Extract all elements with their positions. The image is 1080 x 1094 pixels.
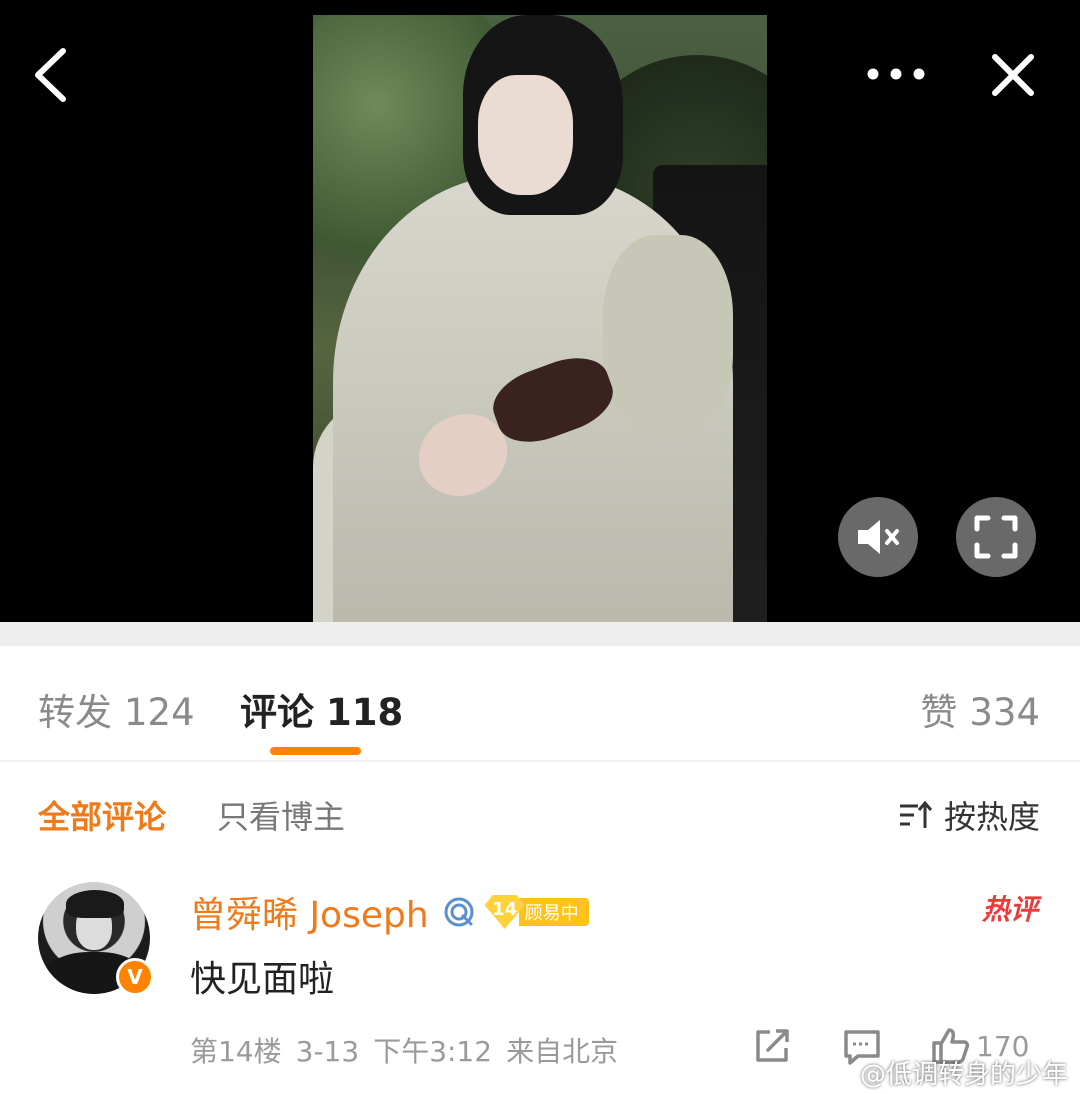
close-icon [992,54,1034,96]
share-icon [756,1029,789,1062]
filter-all-comments[interactable]: 全部评论 [38,792,166,838]
comment-time: 下午3:12 [373,1035,493,1068]
tab-repost[interactable]: 转发 124 [38,682,195,736]
tab-likes-count: 334 [969,691,1040,734]
tab-repost-count: 124 [124,691,195,734]
sort-by-hot-button[interactable]: 按热度 [898,792,1040,838]
comment-username[interactable]: 曾舜晞 Joseph [190,886,429,938]
watermark-text: @低调转身的少年 [859,1060,1068,1090]
back-arrow-icon [35,48,66,102]
verified-badge: V [116,958,154,996]
comment-floor: 第14楼 [190,1035,282,1068]
sort-icon [899,800,932,828]
comment-filters: 全部评论 只看博主 按热度 [0,762,1080,858]
comment-user-line: 曾舜晞 Joseph 14 顾易中 [190,886,589,938]
fan-level-label: 顾易中 [518,898,589,926]
more-button[interactable] [860,50,932,98]
fullscreen-icon [974,515,1018,559]
comment-location: 来自北京 [506,1035,619,1068]
comment-date: 3-13 [295,1035,360,1068]
hot-comment-badge: 热评 [981,893,1038,926]
post-photo[interactable] [313,15,767,622]
back-button[interactable] [22,42,78,108]
tab-comments-label: 评论 [240,691,314,734]
comment-item: V 曾舜晞 Joseph 14 顾易中 热评 快见面啦 第14楼 3-13 下午3:… [0,858,1080,1094]
filter-owner-only[interactable]: 只看博主 [217,792,345,838]
sort-label: 按热度 [943,798,1040,836]
comment-meta: 第14楼 3-13 下午3:12 来自北京 [190,1030,618,1070]
tab-likes-label: 赞 [920,691,958,734]
tab-repost-label: 转发 [38,691,112,734]
mute-button[interactable] [838,497,918,577]
section-divider [0,622,1080,646]
fan-level-badge: 14 顾易中 [484,895,589,929]
member-icon [444,897,474,927]
share-comment-button[interactable] [752,1026,792,1066]
weibo-watermark: @低调转身的少年 [818,1054,1068,1091]
tab-likes[interactable]: 赞 334 [920,682,1040,736]
tab-comments[interactable]: 评论 118 [240,682,403,736]
more-dots-icon [867,68,925,80]
tab-comments-count: 118 [326,691,404,734]
mute-icon [858,520,899,554]
comment-text: 快见面啦 [190,959,335,1000]
media-viewer [0,0,1080,622]
fullscreen-button[interactable] [956,497,1036,577]
weibo-logo-icon [818,1061,852,1086]
active-tab-indicator [270,747,361,755]
post-stats-tabs: 转发 124 评论 118 赞 334 [0,646,1080,762]
close-button[interactable] [982,44,1044,106]
